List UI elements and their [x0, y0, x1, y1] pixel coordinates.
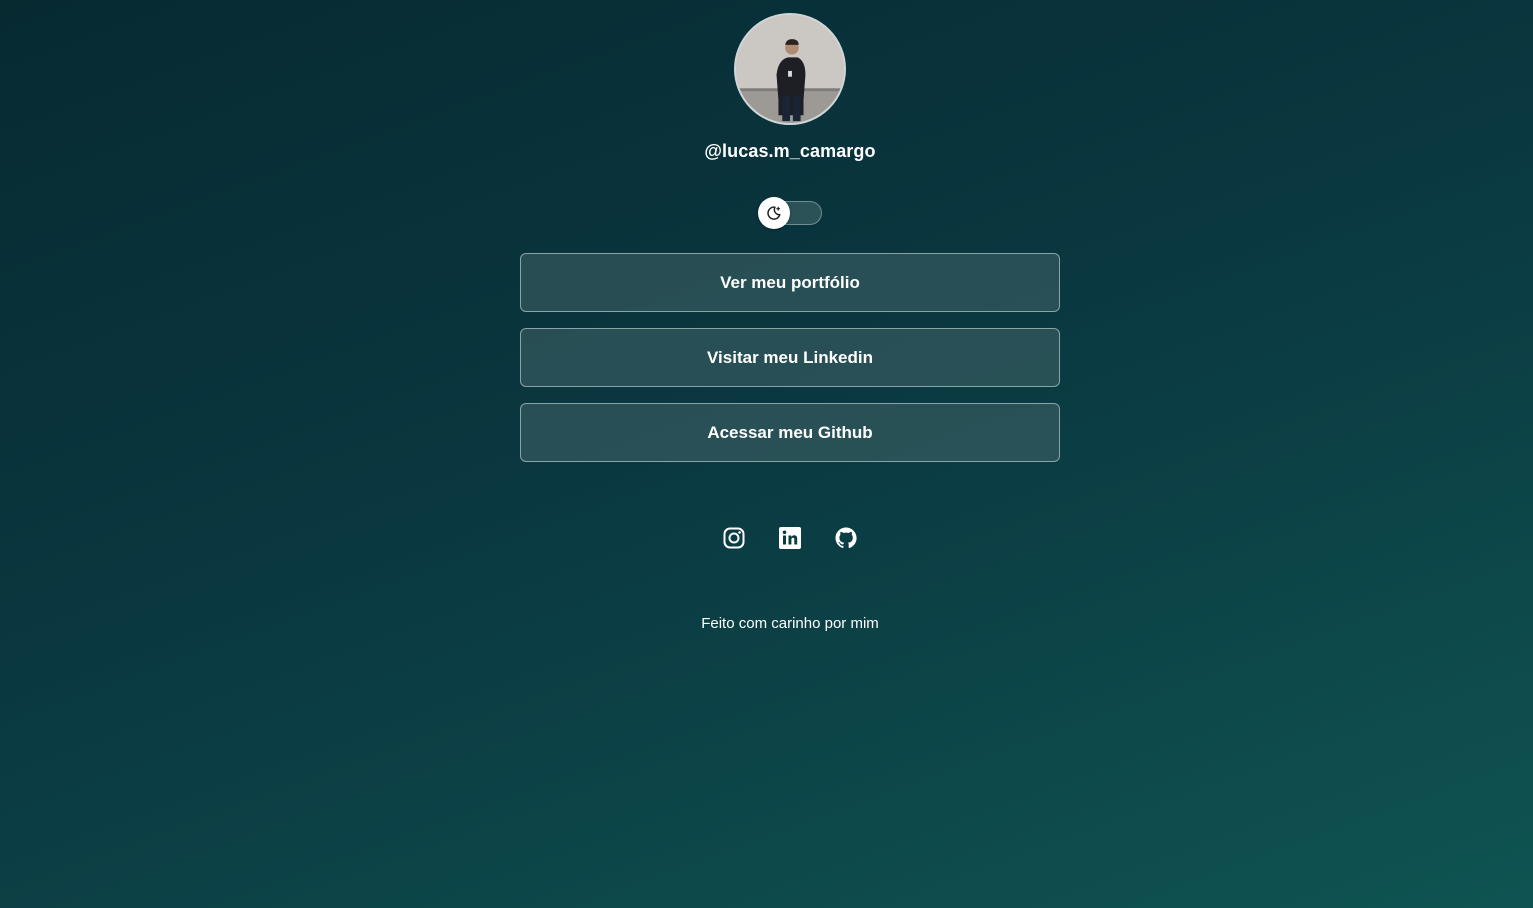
linkedin-icon	[779, 527, 801, 549]
portfolio-button[interactable]: Ver meu portfólio	[520, 253, 1060, 312]
linkedin-button[interactable]: Visitar meu Linkedin	[520, 328, 1060, 387]
instagram-icon	[723, 527, 745, 549]
github-button[interactable]: Acessar meu Github	[520, 403, 1060, 462]
linktree-page: @lucas.m_camargo Ver meu portfólio Visit…	[0, 0, 1533, 908]
github-icon	[835, 527, 857, 549]
moon-icon	[767, 206, 781, 220]
avatar	[734, 13, 846, 125]
theme-toggle-knob[interactable]	[758, 197, 790, 229]
avatar-photo	[736, 15, 844, 123]
theme-toggle[interactable]	[758, 197, 822, 229]
footer-text: Feito com carinho por mim	[701, 615, 879, 632]
instagram-link[interactable]	[722, 526, 746, 550]
github-link[interactable]	[834, 526, 858, 550]
linkedin-link[interactable]	[778, 526, 802, 550]
profile-handle: @lucas.m_camargo	[704, 141, 876, 161]
